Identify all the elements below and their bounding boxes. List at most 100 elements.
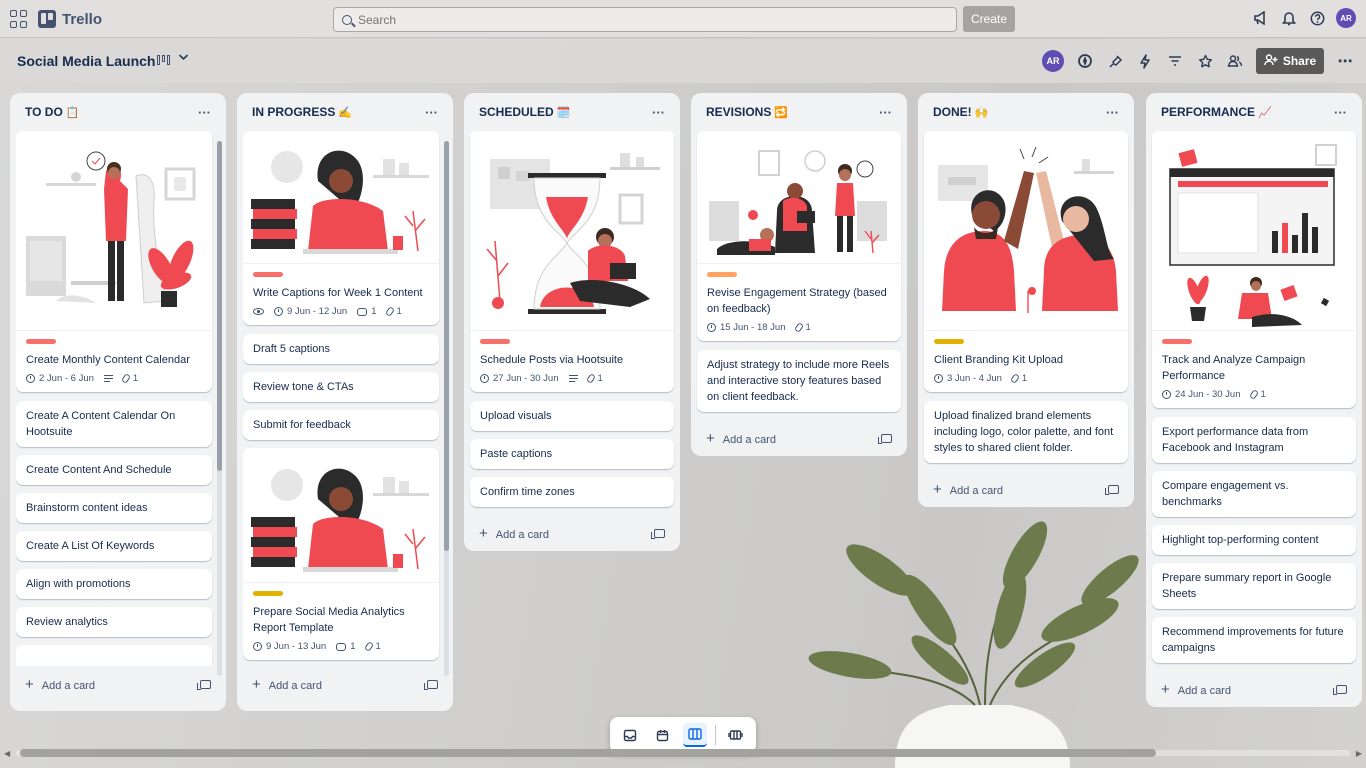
- chevron-down-icon[interactable]: [178, 52, 189, 64]
- due-date-badge[interactable]: 15 Jun - 18 Jun: [707, 322, 786, 333]
- board-view-icon[interactable]: [157, 55, 170, 65]
- card[interactable]: [16, 645, 212, 666]
- trello-logo[interactable]: Trello: [38, 10, 102, 28]
- card-with-cover[interactable]: Write Captions for Week 1 Content 9 Jun …: [243, 131, 439, 325]
- card[interactable]: Compare engagement vs. benchmarks: [1152, 471, 1356, 517]
- card[interactable]: Highlight top-performing content: [1152, 525, 1356, 555]
- card[interactable]: Recommend improvements for future campai…: [1152, 617, 1356, 663]
- card-label-yellow[interactable]: [934, 339, 964, 344]
- card-template-icon[interactable]: [424, 679, 438, 690]
- card-template-icon[interactable]: [1333, 684, 1347, 695]
- card[interactable]: Upload finalized brand elements includin…: [924, 401, 1128, 463]
- list-title[interactable]: PERFORMANCE 📈: [1161, 105, 1272, 119]
- add-card-button[interactable]: + Add a card: [924, 471, 1128, 507]
- power-ups-icon[interactable]: [1106, 52, 1124, 70]
- search-input[interactable]: [358, 12, 918, 27]
- card-title: Prepare Social Media Analytics Report Te…: [253, 606, 405, 634]
- card-with-cover[interactable]: Create Monthly Content Calendar 2 Jun - …: [16, 131, 212, 392]
- card-template-icon[interactable]: [651, 528, 665, 539]
- user-avatar[interactable]: AR: [1336, 8, 1356, 28]
- card-template-icon[interactable]: [1105, 484, 1119, 495]
- share-button[interactable]: Share: [1256, 48, 1324, 74]
- list-title[interactable]: DONE! 🙌: [933, 105, 988, 119]
- list-title[interactable]: REVISIONS 🔁: [706, 105, 788, 119]
- card-with-cover[interactable]: Track and Analyze Campaign Performance 2…: [1152, 131, 1356, 408]
- list-menu-icon[interactable]: ···: [652, 105, 665, 120]
- card[interactable]: Brainstorm content ideas: [16, 493, 212, 523]
- paperclip-icon: [363, 641, 374, 652]
- card-template-icon[interactable]: [878, 433, 892, 444]
- due-date-badge[interactable]: 24 Jun - 30 Jun: [1162, 389, 1241, 400]
- list-scrollbar[interactable]: [217, 141, 222, 676]
- star-icon[interactable]: [1196, 52, 1214, 70]
- card-label-red[interactable]: [480, 339, 510, 344]
- card[interactable]: Review analytics: [16, 607, 212, 637]
- card-label-red[interactable]: [253, 272, 283, 277]
- card[interactable]: Create A List Of Keywords: [16, 531, 212, 561]
- list-menu-icon[interactable]: ···: [425, 105, 438, 120]
- card-with-cover[interactable]: Schedule Posts via Hootsuite 27 Jun - 30…: [470, 131, 674, 392]
- list-menu-icon[interactable]: ···: [879, 105, 892, 120]
- card[interactable]: Submit for feedback: [243, 410, 439, 440]
- card[interactable]: Export performance data from Facebook an…: [1152, 417, 1356, 463]
- card[interactable]: Adjust strategy to include more Reels an…: [697, 350, 901, 412]
- list-menu-icon[interactable]: ···: [198, 105, 211, 120]
- card-label-red[interactable]: [1162, 339, 1192, 344]
- card[interactable]: Confirm time zones: [470, 477, 674, 507]
- card-with-cover[interactable]: Prepare Social Media Analytics Report Te…: [243, 448, 439, 660]
- add-card-button[interactable]: + Add a card: [1152, 671, 1356, 707]
- card-label-yellow[interactable]: [253, 591, 283, 596]
- filter-icon[interactable]: [1166, 52, 1184, 70]
- switch-board-button[interactable]: [724, 723, 748, 747]
- add-card-button[interactable]: + Add a card: [16, 666, 220, 702]
- board-title[interactable]: Social Media Launch: [17, 53, 155, 69]
- add-card-button[interactable]: + Add a card: [243, 666, 447, 702]
- scroll-right-icon[interactable]: ▶: [1356, 749, 1362, 758]
- board-view-button[interactable]: [682, 723, 707, 747]
- card-template-icon[interactable]: [197, 679, 211, 690]
- due-date-badge[interactable]: 3 Jun - 4 Jun: [934, 373, 1002, 384]
- card[interactable]: Review tone & CTAs: [243, 372, 439, 402]
- list-menu-icon[interactable]: ···: [1334, 105, 1347, 120]
- card-with-cover[interactable]: Client Branding Kit Upload 3 Jun - 4 Jun…: [924, 131, 1128, 392]
- card-with-cover[interactable]: Revise Engagement Strategy (based on fee…: [697, 131, 901, 341]
- automation-icon[interactable]: [1136, 52, 1154, 70]
- due-date-badge[interactable]: 9 Jun - 12 Jun: [274, 306, 347, 317]
- due-date-badge[interactable]: 27 Jun - 30 Jun: [480, 373, 559, 384]
- card[interactable]: Prepare summary report in Google Sheets: [1152, 563, 1356, 609]
- list-scrollbar[interactable]: [444, 141, 449, 676]
- inbox-view-button[interactable]: [618, 723, 642, 747]
- card[interactable]: Paste captions: [470, 439, 674, 469]
- list-title[interactable]: IN PROGRESS ✍️: [252, 105, 352, 119]
- planner-view-button[interactable]: [650, 723, 674, 747]
- add-card-button[interactable]: + Add a card: [470, 515, 674, 551]
- card[interactable]: Create Content And Schedule: [16, 455, 212, 485]
- app-switcher-icon[interactable]: [10, 10, 28, 28]
- due-date-badge[interactable]: 2 Jun - 6 Jun: [26, 373, 94, 384]
- add-card-button[interactable]: + Add a card: [697, 420, 901, 456]
- create-button[interactable]: Create: [963, 6, 1015, 32]
- search-box[interactable]: [333, 7, 957, 32]
- card-cover-image: [470, 131, 674, 331]
- board-horizontal-scrollbar[interactable]: ◀ ▶: [4, 748, 1362, 758]
- card-label-orange[interactable]: [707, 272, 737, 277]
- scroll-left-icon[interactable]: ◀: [4, 749, 10, 758]
- scrollbar-thumb[interactable]: [20, 749, 1156, 757]
- card-label-red[interactable]: [26, 339, 56, 344]
- list-title[interactable]: TO DO 📋: [25, 105, 79, 119]
- copilot-icon[interactable]: [1076, 52, 1094, 70]
- help-icon[interactable]: [1308, 9, 1326, 27]
- attachments-badge: 1: [384, 306, 402, 317]
- board-member-avatar[interactable]: AR: [1042, 50, 1064, 72]
- card[interactable]: Align with promotions: [16, 569, 212, 599]
- due-date-badge[interactable]: 9 Jun - 13 Jun: [253, 641, 326, 652]
- card[interactable]: Upload visuals: [470, 401, 674, 431]
- card[interactable]: Create A Content Calendar On Hootsuite: [16, 401, 212, 447]
- card[interactable]: Draft 5 captions: [243, 334, 439, 364]
- megaphone-icon[interactable]: [1252, 9, 1270, 27]
- visibility-icon[interactable]: [1226, 52, 1244, 70]
- list-title[interactable]: SCHEDULED 🗓️: [479, 105, 570, 119]
- notification-bell-icon[interactable]: [1280, 9, 1298, 27]
- list-menu-icon[interactable]: ···: [1106, 105, 1119, 120]
- more-menu-icon[interactable]: ⋯: [1336, 52, 1354, 70]
